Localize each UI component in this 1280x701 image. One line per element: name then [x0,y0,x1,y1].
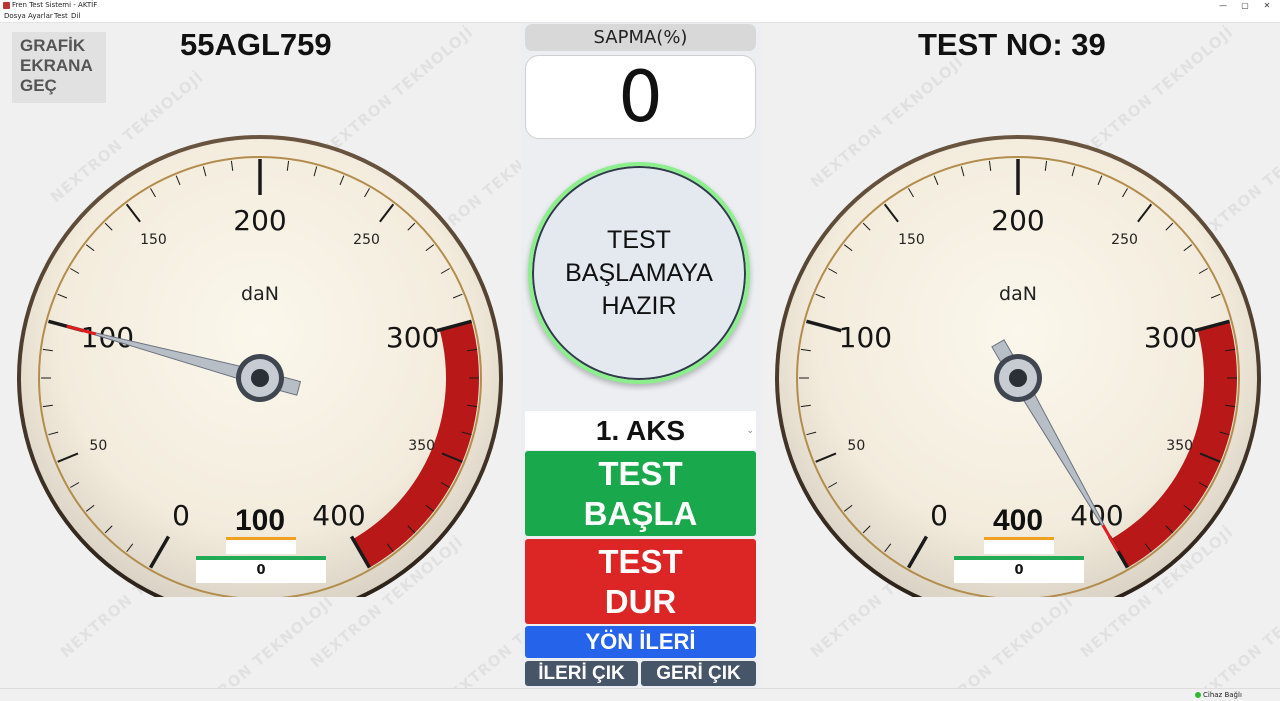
minor-tick-label: 50 [847,438,865,454]
right-gauge-value: 400 [992,504,1044,537]
menu-dosya[interactable]: Dosya [4,11,26,22]
right-brake-gauge: 010020030040050150250350daN 400 0 [775,111,1261,597]
menu-bar: Dosya Ayarlar Test Dil [0,11,1280,23]
connection-status-label: Cihaz Bağlı [1203,691,1242,699]
major-tick-label: 300 [386,321,439,354]
needle-hub-center [251,369,269,387]
axle-select[interactable]: 1. AKS ⌄ [525,411,756,450]
minor-tick-label: 250 [1111,232,1138,248]
major-tick-label: 200 [991,204,1044,237]
stop-line-2: DUR [604,583,677,620]
left-sub-value: 0 [196,556,326,583]
major-tick-label: 200 [233,204,286,237]
watermark-text: NEXTRON TEKNOLOJİ [916,592,1078,688]
left-orange-indicator [226,537,296,554]
title-bar: Fren Test Sistemi - AKTİF — ▢ ✕ [0,0,1280,11]
status-line-1: TEST [607,225,671,254]
watermark-text: NEXTRON TEKNOLOJİ [176,592,338,688]
chevron-down-icon: ⌄ [746,425,754,435]
stop-line-1: TEST [598,543,683,580]
status-text: TEST BAŞLAMAYA HAZIR [565,224,713,323]
deviation-value: 0 [525,55,756,139]
graphic-screen-button[interactable]: GRAFİK EKRANA GEÇ [12,32,106,103]
axle-select-value: 1. AKS [595,415,686,446]
close-icon[interactable]: ✕ [1254,0,1280,11]
minor-tick-label: 150 [898,232,925,248]
back-exit-button[interactable]: GERİ ÇIK [641,661,756,686]
unit-label: daN [241,283,279,305]
test-number: TEST NO: 39 [918,27,1106,62]
connection-status-icon [1195,692,1201,698]
window-title: Fren Test Sistemi - AKTİF [12,1,98,9]
vehicle-plate: 55AGL759 [180,27,332,62]
minor-tick-label: 350 [1166,438,1193,454]
minor-tick-label: 250 [353,232,380,248]
start-test-button[interactable]: TEST BAŞLA [525,451,756,536]
left-brake-gauge: 010020030040050150250350daN 100 0 [17,111,503,597]
start-line-2: BAŞLA [583,495,698,532]
status-line-2: BAŞLAMAYA [565,258,713,287]
switch-line-3: GEÇ [20,76,57,95]
center-panel: SAPMA(%) 0 TEST BAŞLAMAYA HAZIR 1. AKS ⌄… [521,23,761,688]
direction-button[interactable]: YÖN İLERİ [525,626,756,658]
right-orange-indicator [984,537,1054,554]
forward-exit-button[interactable]: İLERİ ÇIK [525,661,638,686]
status-bar: Cihaz Bağlı [0,688,1280,701]
status-line-3: HAZIR [601,291,677,320]
left-gauge-value: 100 [234,504,286,537]
major-tick-label: 300 [1144,321,1197,354]
stop-test-button[interactable]: TEST DUR [525,539,756,624]
menu-test[interactable]: Test [54,11,68,22]
unit-label: daN [999,283,1037,305]
deviation-label: SAPMA(%) [525,24,756,51]
right-sub-value: 0 [954,556,1084,583]
test-status-indicator: TEST BAŞLAMAYA HAZIR [528,162,750,384]
major-tick-label: 100 [839,321,892,354]
minor-tick-label: 150 [140,232,167,248]
minor-tick-label: 50 [89,438,107,454]
switch-line-1: GRAFİK [20,36,86,55]
app-icon [3,2,10,9]
menu-ayarlar[interactable]: Ayarlar [28,11,53,22]
needle-hub-center [1009,369,1027,387]
start-line-1: TEST [598,455,683,492]
switch-line-2: EKRANA [20,56,93,75]
menu-dil[interactable]: Dil [71,11,80,22]
minor-tick-label: 350 [408,438,435,454]
main-area: NEXTRON TEKNOLOJİ NEXTRON TEKNOLOJİ NEXTRO… [0,23,1280,688]
